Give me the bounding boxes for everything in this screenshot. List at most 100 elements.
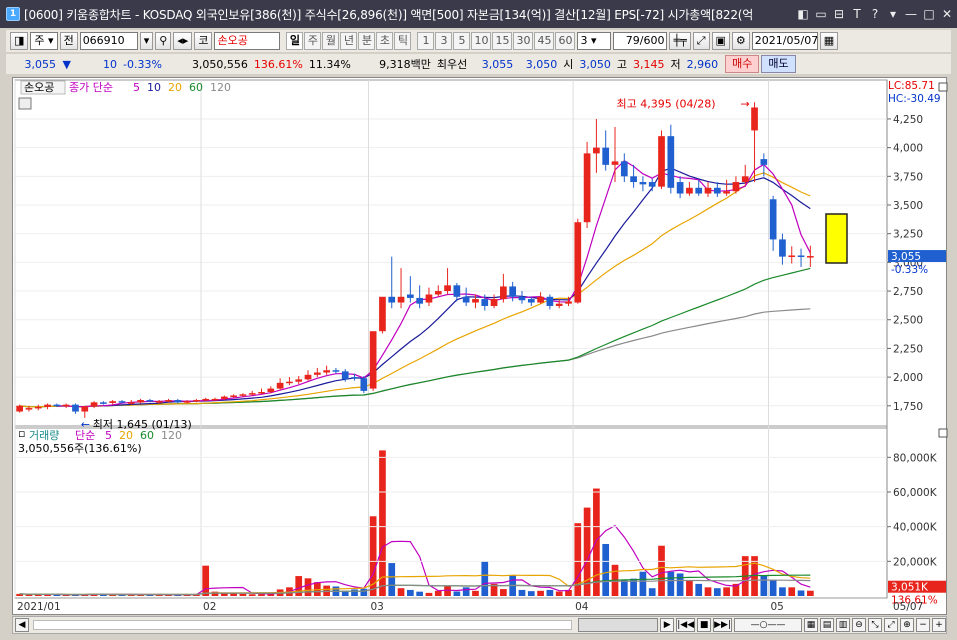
font-icon[interactable]: T <box>849 6 865 22</box>
volume-bar <box>723 587 730 596</box>
tab-period-6[interactable]: 틱 <box>394 32 412 50</box>
link-icon[interactable]: ⊟ <box>831 6 847 22</box>
tool-b-icon[interactable]: ⤢ <box>884 618 898 632</box>
chart-area[interactable]: 4,250 4,000 3,750 3,500 3,250 3,000 2,750 2,500… <box>12 77 948 616</box>
tab-period-5[interactable]: 초 <box>376 32 394 50</box>
candle-body <box>286 381 293 384</box>
help-icon[interactable]: ? <box>867 6 883 22</box>
calendar-icon[interactable]: ▦ <box>819 32 839 50</box>
candle-body <box>518 296 526 301</box>
volume-tick-label: 80,000K <box>893 452 938 464</box>
price-tick-label: 2,750 <box>893 286 923 298</box>
minimize-icon[interactable]: — <box>903 6 919 22</box>
tab-period-0[interactable]: 일 <box>286 32 304 50</box>
candle-body <box>276 382 284 389</box>
quote-high: 3,145 <box>632 57 665 71</box>
sell-button[interactable]: 매도 <box>761 55 796 73</box>
layout-icon[interactable]: ◧ <box>795 6 811 22</box>
zoom-in-icon[interactable]: ⊕ <box>900 618 914 632</box>
legend-ma-period: 20 <box>168 81 182 94</box>
chart-svg[interactable]: 4,2504,0003,7503,5003,2503,0002,7502,500… <box>13 78 948 616</box>
quote-price: 3,055 ▼ <box>6 58 74 71</box>
draw-icon[interactable]: ⤢ <box>692 32 710 50</box>
grid-toggle-icon <box>18 97 32 110</box>
layout-c-icon[interactable]: ▥ <box>836 618 850 632</box>
tab-period-4[interactable]: 분 <box>358 32 376 50</box>
interval-button-60[interactable]: 60 <box>555 32 576 50</box>
market-label[interactable]: 코 <box>194 32 213 50</box>
interval-button-30[interactable]: 30 <box>513 32 534 50</box>
x-axis-label: 05 <box>770 601 783 613</box>
search-icon[interactable]: ⚲ <box>155 32 172 50</box>
candle-body <box>165 400 172 402</box>
interval-button-1[interactable]: 1 <box>417 32 435 50</box>
volume-bar <box>388 563 396 596</box>
plus-icon[interactable]: + <box>932 618 946 632</box>
zoom-out-icon[interactable]: ⊖ <box>852 618 866 632</box>
chart-scrollbar[interactable]: ◀ ▶ |◀◀ ■ ▶▶| —○—— ▦ ▤ ▥ ⊖ ⤡ ⤢ ⊕ − + <box>12 616 947 634</box>
volume-legend-period: 60 <box>140 429 154 442</box>
title-bar: 1 [0600] 키움종합차트 - KOSDAQ 외국인보유[386(천)] 주… <box>0 0 957 28</box>
volume-bar <box>537 590 544 596</box>
close-icon[interactable]: ✕ <box>939 6 955 22</box>
candle-body <box>53 404 61 407</box>
sound-icon[interactable]: ◂▸ <box>173 32 193 50</box>
volume-bar <box>779 587 786 596</box>
candle-body <box>267 388 275 393</box>
quote-low-label: 저 <box>670 58 681 71</box>
chart-menu-icon[interactable]: ◨ <box>10 32 29 50</box>
minus-icon[interactable]: − <box>916 618 930 632</box>
volume-bar <box>434 590 442 596</box>
interval-button-3[interactable]: 3 <box>435 32 453 50</box>
settings-icon[interactable]: ⚙ <box>731 32 750 50</box>
quote-low: 2,960 <box>686 57 719 71</box>
window-icon[interactable]: ▭ <box>813 6 829 22</box>
candle-body <box>425 294 433 303</box>
dropdown-icon[interactable]: ▾ <box>885 6 901 22</box>
interval-input[interactable]: 3 ▾ <box>577 32 612 50</box>
tab-period-1[interactable]: 주 <box>304 32 322 50</box>
candle-body <box>630 176 637 183</box>
maximize-icon[interactable]: □ <box>921 6 937 22</box>
tab-period-3[interactable]: 년 <box>340 32 358 50</box>
stock-code-input[interactable]: 066910 <box>79 32 138 50</box>
stop-icon[interactable]: ■ <box>697 618 712 632</box>
count-input[interactable]: 79/600 <box>613 32 668 50</box>
stock-name-input[interactable]: 손오공 <box>214 32 281 50</box>
quote-price-value: 3,055 <box>24 57 57 71</box>
volume-bar <box>788 587 796 596</box>
buy-button[interactable]: 매수 <box>725 55 760 73</box>
scroll-right-icon[interactable]: ▶ <box>660 618 675 632</box>
forward-icon[interactable]: ▶▶| <box>713 618 732 632</box>
tab-period-2[interactable]: 월 <box>322 32 340 50</box>
volume-tick-label: 40,000K <box>893 522 938 534</box>
volume-bar <box>397 588 405 596</box>
scroll-left-icon[interactable]: ◀ <box>15 618 29 632</box>
volume-bar <box>360 588 368 596</box>
rewind-icon[interactable]: |◀◀ <box>676 618 696 632</box>
prev-button[interactable]: 전 <box>59 32 78 50</box>
zoom-slider[interactable]: —○—— <box>734 618 802 632</box>
code-dropdown-icon[interactable]: ▾ <box>139 32 154 50</box>
period-select[interactable]: 주 ▾ <box>30 32 58 50</box>
interval-button-15[interactable]: 15 <box>492 32 513 50</box>
tool-a-icon[interactable]: ⤡ <box>868 618 882 632</box>
quote-best-ask: 3,055 <box>481 57 514 71</box>
volume-bar <box>462 587 470 596</box>
price-panel-close-icon <box>938 82 948 92</box>
quote-high-label: 고 <box>616 58 627 71</box>
layout-b-icon[interactable]: ▤ <box>820 618 834 632</box>
scroll-thumb[interactable] <box>578 618 659 632</box>
interval-button-45[interactable]: 45 <box>534 32 555 50</box>
save-icon[interactable]: ▣ <box>711 32 730 50</box>
volume-legend-name: 거래량 <box>29 429 59 442</box>
scroll-track[interactable] <box>33 620 573 630</box>
volume-bar <box>546 589 554 596</box>
date-input[interactable]: 2021/05/07 <box>751 32 818 50</box>
candle-body <box>537 296 544 303</box>
price-tick-label: 3,750 <box>893 171 923 183</box>
candle-type-icon[interactable]: ╪╤ <box>669 32 691 50</box>
interval-button-10[interactable]: 10 <box>471 32 492 50</box>
interval-button-5[interactable]: 5 <box>453 32 471 50</box>
layout-a-icon[interactable]: ▦ <box>804 618 818 632</box>
